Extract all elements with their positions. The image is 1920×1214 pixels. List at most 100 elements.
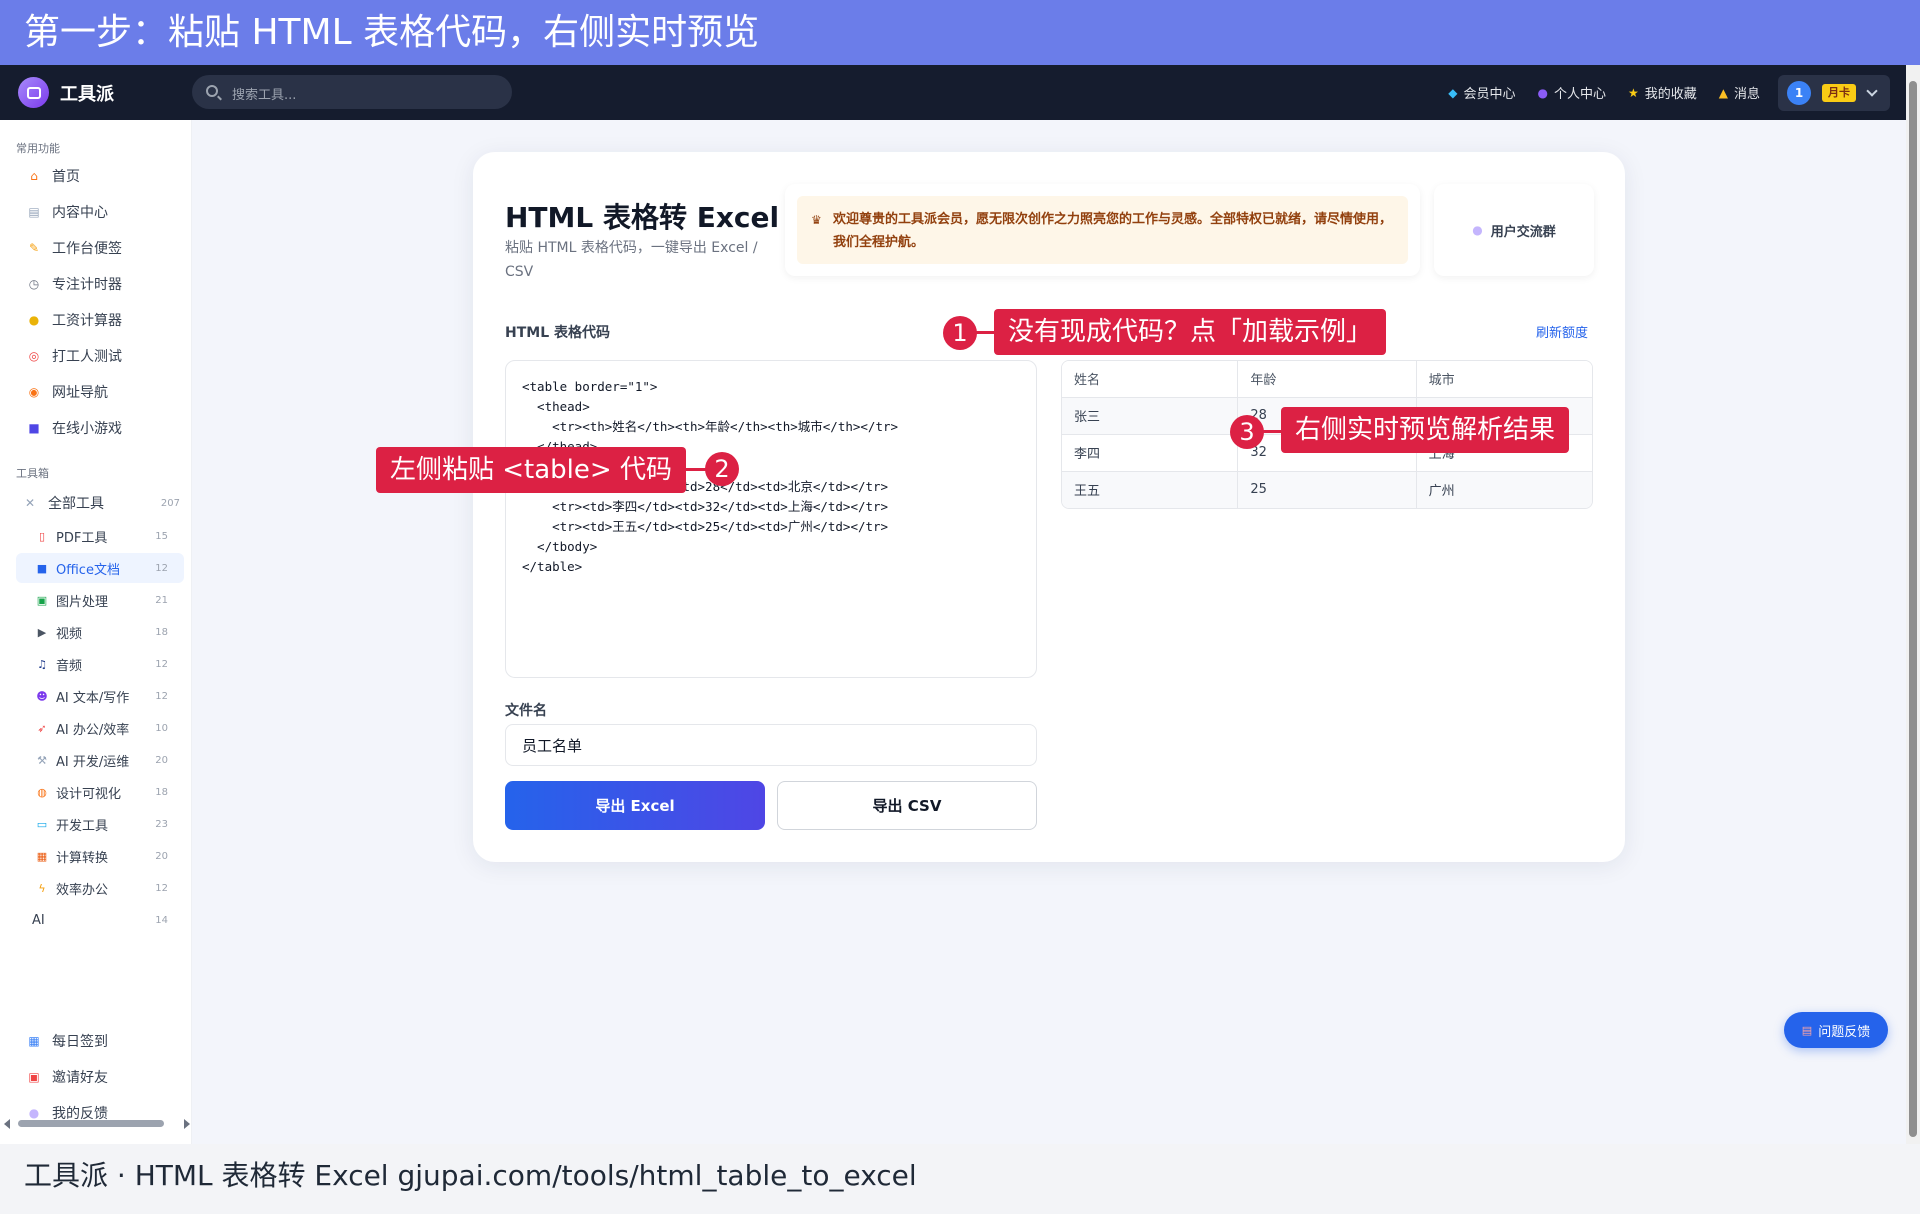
brand-name[interactable]: 工具派 [60, 80, 114, 106]
sidebar-tool-ai-writing[interactable]: ☻ AI 文本/写作 12 [16, 681, 184, 711]
notice-text: 欢迎尊贵的工具派会员，愿无限次创作之力照亮您的工作与灵感。全部特权已就绪，请尽情… [833, 212, 1393, 250]
nav-member-center[interactable]: ◆ 会员中心 [1448, 83, 1516, 103]
preview-cell: 张三 [1062, 396, 1239, 434]
html-code-textarea[interactable]: <table border="1"> <thead> <tr><th>姓名</t… [505, 360, 1037, 678]
stopwatch-icon: ◷ [28, 277, 40, 291]
rocket-icon: ➶ [37, 721, 47, 735]
export-csv-button[interactable]: 导出 CSV [777, 781, 1037, 830]
sidebar-item-test[interactable]: ◎ 打工人测试 [16, 341, 184, 371]
preview-header: 城市 [1416, 361, 1592, 397]
sidebar-label: 在线小游戏 [52, 421, 122, 437]
tool-count: 15 [155, 530, 168, 542]
export-excel-button[interactable]: 导出 Excel [505, 781, 765, 830]
nav-label: 会员中心 [1463, 87, 1516, 102]
wrench-icon: ⚒ [37, 753, 47, 767]
nav-messages[interactable]: ▲ 消息 [1719, 83, 1760, 103]
sidebar-tool-video[interactable]: ▶ 视频 18 [16, 617, 184, 647]
nav-profile[interactable]: ● 个人中心 [1537, 83, 1606, 103]
sidebar-label: 打工人测试 [52, 349, 122, 365]
refresh-quota-link[interactable]: 刷新额度 [1536, 322, 1588, 341]
annotation-1-connector [975, 331, 995, 334]
tool-count: 23 [155, 818, 168, 830]
tool-label: PDF工具 [56, 530, 108, 546]
tool-label: Office文档 [56, 562, 120, 578]
sidebar-tool-image[interactable]: ▣ 图片处理 21 [16, 585, 184, 615]
search-icon [206, 85, 218, 97]
tools-icon: ✕ [24, 496, 36, 510]
preview-cell: 李四 [1062, 433, 1239, 471]
star-icon: ★ [1627, 85, 1639, 100]
sidebar-item-home[interactable]: ⌂ 首页 [16, 161, 184, 191]
sidebar-item-invite[interactable]: ▣ 邀请好友 [16, 1062, 184, 1092]
sidebar-tool-pdf[interactable]: ▯ PDF工具 15 [16, 521, 184, 551]
sidebar: 常用功能 ⌂ 首页 ▤ 内容中心 ✎ 工作台便签 ◷ 专注计时器 ● 工资计算器 ◎ 打工人… [0, 120, 192, 1144]
sidebar-label: 专注计时器 [52, 277, 122, 293]
search-placeholder: 搜索工具... [232, 88, 297, 103]
filename-input[interactable] [505, 724, 1037, 766]
sidebar-item-timer[interactable]: ◷ 专注计时器 [16, 269, 184, 299]
document-icon: ■ [36, 561, 48, 575]
feedback-label: 问题反馈 [1818, 1024, 1871, 1040]
music-icon: ♫ [37, 657, 47, 671]
tool-count: 20 [155, 850, 168, 862]
user-group-button[interactable]: ● 用户交流群 [1434, 184, 1594, 276]
pdf-icon: ▯ [38, 529, 46, 543]
user-menu[interactable]: 1 月卡 [1778, 75, 1890, 111]
sidebar-item-content[interactable]: ▤ 内容中心 [16, 197, 184, 227]
sidebar-tool-design[interactable]: ◍ 设计可视化 18 [16, 777, 184, 807]
tool-label: 设计可视化 [56, 786, 122, 802]
annotation-2-number: 2 [705, 452, 739, 486]
nav-label: 我的收藏 [1644, 87, 1697, 102]
sidebar-label: 工作台便签 [52, 241, 122, 257]
sidebar-item-feedback[interactable]: ● 我的反馈 [16, 1098, 184, 1128]
sidebar-item-games[interactable]: ■ 在线小游戏 [16, 413, 184, 443]
memo-icon: ✎ [28, 241, 40, 255]
tool-label: AI [32, 912, 45, 928]
scroll-left-icon[interactable] [4, 1119, 10, 1129]
gift-icon: ▣ [28, 1070, 40, 1084]
member-notice-card: ♛ 欢迎尊贵的工具派会员，愿无限次创作之力照亮您的工作与灵感。全部特权已就绪，请… [785, 184, 1420, 276]
top-navbar: 工具派 搜索工具... ◆ 会员中心 ● 个人中心 ★ 我的收藏 ▲ 消息 1 月卡 [0, 65, 1920, 120]
sidebar-tool-audio[interactable]: ♫ 音频 12 [16, 649, 184, 679]
sidebar-tool-calc[interactable]: ▦ 计算转换 20 [16, 841, 184, 871]
user-icon: ● [1537, 85, 1548, 100]
nav-label: 消息 [1733, 87, 1760, 102]
nav-favorites[interactable]: ★ 我的收藏 [1627, 83, 1697, 103]
sidebar-item-nav[interactable]: ◉ 网址导航 [16, 377, 184, 407]
tool-count: 12 [155, 690, 168, 702]
page-vertical-scrollbar[interactable] [1906, 65, 1920, 1145]
feedback-button[interactable]: ▤ 问题反馈 [1784, 1012, 1888, 1048]
sidebar-item-all-tools[interactable]: ✕ 全部工具 207 [16, 488, 184, 518]
page-title: HTML 表格转 Excel [505, 201, 780, 234]
sidebar-tool-office[interactable]: ■ Office文档 12 [16, 553, 184, 583]
sidebar-tool-ai-dev[interactable]: ⚒ AI 开发/运维 20 [16, 745, 184, 775]
diamond-icon: ◆ [1448, 85, 1458, 100]
nav-label: 个人中心 [1553, 87, 1606, 102]
section-common-label: 常用功能 [16, 142, 60, 155]
sidebar-item-notes[interactable]: ✎ 工作台便签 [16, 233, 184, 263]
abacus-icon: ▦ [36, 849, 48, 863]
tool-label: 图片处理 [56, 594, 109, 610]
tool-count: 21 [155, 594, 168, 606]
preview-header-row: 姓名 年龄 城市 [1062, 361, 1592, 397]
member-notice: ♛ 欢迎尊贵的工具派会员，愿无限次创作之力照亮您的工作与灵感。全部特权已就绪，请… [797, 196, 1408, 264]
chat-bubble-icon: ● [1472, 223, 1483, 237]
sidebar-tool-efficiency[interactable]: ϟ 效率办公 12 [16, 873, 184, 903]
sidebar-tool-ai-office[interactable]: ➶ AI 办公/效率 10 [16, 713, 184, 743]
annotation-1-number: 1 [943, 316, 977, 350]
tutorial-banner: 第一步：粘贴 HTML 表格代码，右侧实时预览 [0, 0, 1920, 65]
sidebar-tool-dev[interactable]: ▭ 开发工具 23 [16, 809, 184, 839]
tool-label: 开发工具 [56, 818, 109, 834]
sidebar-tool-ai[interactable]: AI 14 [16, 905, 184, 935]
scrollbar-thumb[interactable] [1909, 81, 1917, 1137]
sidebar-item-salary[interactable]: ● 工资计算器 [16, 305, 184, 335]
nav-links: ◆ 会员中心 ● 个人中心 ★ 我的收藏 ▲ 消息 [1448, 65, 1760, 120]
tool-count: 10 [155, 722, 168, 734]
sidebar-item-checkin[interactable]: ▦ 每日签到 [16, 1026, 184, 1056]
app-logo-icon[interactable] [18, 77, 49, 108]
scroll-right-icon[interactable] [184, 1119, 190, 1129]
search-input[interactable]: 搜索工具... [192, 75, 512, 109]
home-icon: ⌂ [30, 169, 38, 183]
tool-card: HTML 表格转 Excel 粘贴 HTML 表格代码，一键导出 Excel /… [473, 152, 1625, 862]
news-icon: ▤ [28, 205, 40, 219]
